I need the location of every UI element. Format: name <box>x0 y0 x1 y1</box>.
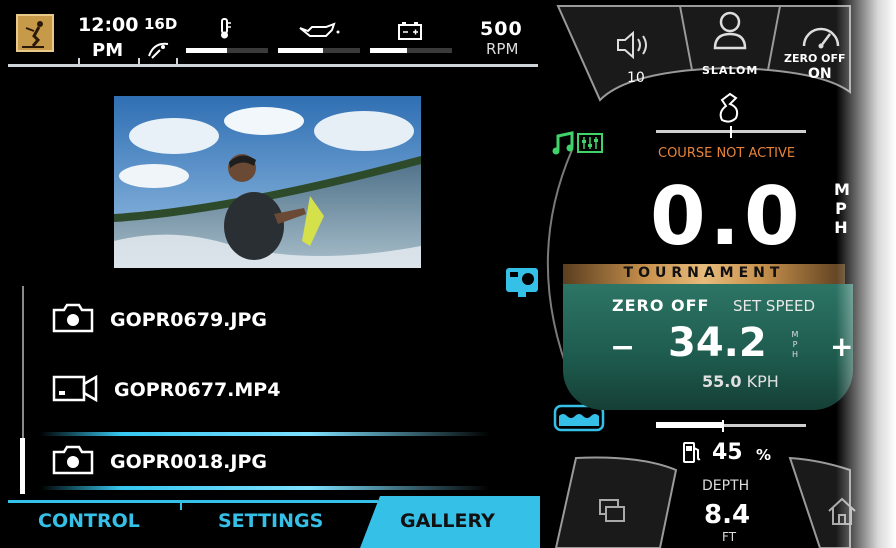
screen-edge-glow <box>836 0 896 548</box>
media-item-filename: GOPR0677.MP4 <box>114 379 281 401</box>
current-speed: 0.0 <box>650 170 804 263</box>
status-tick <box>138 58 140 66</box>
video-camera-icon <box>52 374 98 406</box>
rider-profile-icon[interactable] <box>16 14 54 52</box>
tab-settings[interactable]: SETTINGS <box>218 510 323 532</box>
ski-fin-icon[interactable] <box>716 92 742 130</box>
volume-icon[interactable] <box>615 30 655 64</box>
tournament-label: TOURNAMENT <box>623 265 785 281</box>
camera-icon <box>52 303 94 337</box>
set-speed-label: SET SPEED <box>733 297 816 315</box>
rpm-unit: RPM <box>486 40 519 58</box>
oil-can-icon <box>298 22 340 44</box>
set-speed-unit-letter: P <box>792 340 798 349</box>
fin-slider-thumb[interactable] <box>730 126 732 138</box>
tab-gallery-label: GALLERY <box>400 510 495 532</box>
media-item-filename: GOPR0018.JPG <box>110 451 267 473</box>
set-speed-unit-letter: M <box>791 330 799 339</box>
media-item-filename: GOPR0679.JPG <box>110 309 267 331</box>
selection-highlight-top <box>40 432 490 436</box>
tab-separator <box>180 502 182 510</box>
gps-satellite-count: 16D <box>144 15 178 33</box>
set-speed-value: 34.2 <box>668 320 767 366</box>
kph-unit: KPH <box>746 372 779 391</box>
status-divider <box>8 64 538 67</box>
set-speed-decrease-button[interactable]: − <box>610 330 635 365</box>
set-speed-unit: M P H <box>791 330 799 360</box>
fuel-level-unit: % <box>756 446 772 464</box>
media-preview-image[interactable] <box>114 96 421 268</box>
fuel-gauge-marker <box>722 420 724 432</box>
tournament-banner: TOURNAMENT <box>563 264 845 284</box>
kph-value: 55.0 <box>702 372 742 391</box>
set-speed-kph: 55.0 KPH <box>702 372 779 391</box>
slalom-mode-label: SLALOM <box>702 64 759 77</box>
rider-profile-slalom-icon[interactable] <box>712 10 748 54</box>
volume-value: 10 <box>627 70 645 86</box>
music-eq-icon[interactable] <box>552 130 606 162</box>
clock-ampm: PM <box>92 40 124 61</box>
thermometer-icon <box>218 18 232 44</box>
course-status: COURSE NOT ACTIVE <box>658 146 796 161</box>
tab-bar-divider <box>8 500 378 503</box>
media-item-video[interactable]: GOPR0677.MP4 <box>52 370 280 410</box>
set-speed-unit-letter: H <box>791 350 798 359</box>
tab-control[interactable]: CONTROL <box>38 510 140 532</box>
fuel-pump-icon <box>682 440 702 468</box>
status-tick <box>78 58 80 66</box>
battery-icon <box>398 22 422 44</box>
oil-pressure-gauge <box>278 48 360 53</box>
clock-time: 12:00 <box>78 14 139 36</box>
status-tick <box>176 58 178 66</box>
tab-gallery[interactable]: GALLERY <box>360 496 542 548</box>
screens-icon[interactable] <box>598 498 626 528</box>
list-scrollbar-thumb[interactable] <box>20 438 25 494</box>
camera-icon <box>52 445 94 479</box>
depth-label: DEPTH <box>702 478 750 494</box>
battery-gauge <box>370 48 452 53</box>
selection-highlight-bottom <box>40 486 490 490</box>
gopro-camera-icon[interactable] <box>504 266 540 302</box>
fuel-gauge-fill <box>656 422 722 428</box>
engine-temp-gauge <box>186 48 268 53</box>
media-item-photo[interactable]: GOPR0679.JPG <box>52 300 267 340</box>
fuel-level-value: 45 <box>712 440 743 465</box>
zero-off-brand: ZERO OFF <box>612 296 710 315</box>
media-item-photo-selected[interactable]: GOPR0018.JPG <box>52 442 267 482</box>
satellite-dish-icon <box>146 38 172 64</box>
depth-value: 8.4 <box>704 500 751 530</box>
depth-unit: FT <box>722 530 737 544</box>
zero-off-state: ON <box>808 66 832 82</box>
rpm-value: 500 <box>480 18 523 40</box>
